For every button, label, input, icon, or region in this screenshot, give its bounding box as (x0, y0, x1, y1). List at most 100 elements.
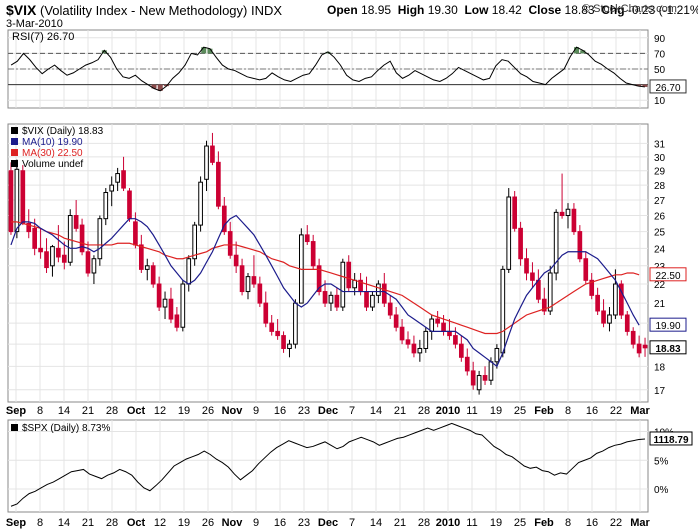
candle-body (73, 215, 79, 229)
vix-legend-entry: MA(10) 19.90 (22, 137, 83, 148)
vix-legend-swatch (11, 127, 18, 134)
candle-body (61, 254, 67, 263)
candle-body (91, 258, 97, 274)
spx-y-tick-label: 0% (654, 485, 669, 496)
x-tick-label: 19 (490, 405, 502, 417)
vix-y-tick-label: 27 (654, 196, 666, 207)
x-tick-label: 26 (202, 405, 214, 417)
candle-body (97, 218, 103, 260)
vix-y-tick-label: 25 (654, 228, 666, 239)
candle-body (174, 314, 180, 328)
x-tick-label: Mar (630, 405, 650, 417)
candle-body (121, 170, 126, 189)
candle-body (530, 272, 535, 281)
x-tick-label: 26 (202, 517, 214, 529)
candle-body (210, 145, 215, 163)
x-tick-label: Nov (222, 405, 244, 417)
candle-body (340, 261, 346, 308)
candle-body (328, 294, 334, 304)
candle-body (204, 145, 209, 180)
vix-y-tick-label: 21 (654, 299, 666, 310)
x-tick-label: Sep (6, 517, 26, 529)
x-tick-label: 19 (178, 405, 190, 417)
candle-body (346, 261, 352, 289)
x-tick-label: Feb (534, 517, 554, 529)
candle-body (133, 221, 138, 246)
candle-body (144, 265, 150, 270)
x-tick-label: 8 (37, 517, 43, 529)
x-tick-label: 16 (586, 517, 598, 529)
candle-body (399, 326, 405, 341)
ma10-last-value-label: 19.90 (655, 321, 680, 332)
chart-svg: Sep Sep 8 8 14 14 21 21 28 28 Oct Oct 12 12 19 19 26 26 No… (6, 29, 693, 529)
x-tick-label: Feb (534, 405, 554, 417)
x-tick-label: 21 (394, 405, 406, 417)
candle-body (376, 283, 381, 296)
ma30-last-value-label: 22.50 (655, 271, 680, 282)
candle-body (464, 356, 470, 372)
candle-body (565, 208, 571, 217)
candle-body (417, 347, 423, 354)
candle-body (429, 318, 435, 332)
candle-body (381, 283, 387, 304)
candle-body (304, 234, 310, 243)
candle-body (150, 265, 156, 285)
x-tick-label: 23 (298, 517, 310, 529)
x-tick-label: 25 (514, 405, 526, 417)
vix-legend-entry: Volume undef (22, 159, 83, 170)
candle-body (470, 370, 476, 386)
x-tick-label: Mar (630, 517, 650, 529)
candle-body (257, 283, 263, 304)
rsi-y-tick-label: 50 (654, 65, 666, 76)
candle-body (364, 291, 369, 308)
candle-body (239, 265, 245, 293)
candle-body (293, 302, 298, 345)
vix-y-tick-label: 30 (654, 153, 666, 164)
candle-body (630, 330, 636, 345)
candle-body (447, 330, 452, 337)
x-tick-label: Nov (222, 517, 244, 529)
candle-body (251, 276, 257, 285)
candle-body (547, 272, 553, 312)
x-tick-label: Dec (318, 405, 338, 417)
candle-body (583, 258, 589, 281)
x-tick-label: 7 (349, 405, 355, 417)
candle-body (216, 161, 221, 207)
x-tick-label: 14 (370, 405, 382, 417)
candle-body (571, 208, 577, 233)
vix-legend-entry: $VIX (Daily) 18.83 (22, 126, 104, 137)
x-tick-label: 7 (349, 517, 355, 529)
candle-body (624, 314, 630, 332)
vix-y-tick-label: 31 (654, 139, 666, 150)
x-tick-label: 16 (274, 405, 286, 417)
candle-body (387, 302, 393, 316)
x-tick-label: 9 (253, 405, 259, 417)
candle-body (500, 268, 506, 354)
x-tick-label: Oct (127, 517, 146, 529)
candle-body (32, 227, 38, 249)
candle-body (352, 279, 358, 289)
x-tick-label: 28 (106, 517, 118, 529)
spx-legend-swatch (11, 424, 18, 431)
x-tick-label: 23 (298, 405, 310, 417)
vix-y-tick-label: 29 (654, 167, 666, 178)
candle-body (370, 294, 375, 308)
candle-body (180, 283, 186, 328)
candle-body (458, 343, 464, 358)
vix-legend-entry: MA(30) 22.50 (22, 148, 83, 159)
x-tick-label: 14 (58, 517, 70, 529)
x-tick-label: 2010 (436, 405, 460, 417)
candle-body (127, 190, 132, 220)
x-tick-label: 28 (106, 405, 118, 417)
candle-body (20, 170, 26, 224)
spx-last-value-label: 1118.79 (653, 435, 688, 446)
candle-body (287, 343, 292, 349)
candle-body (56, 247, 61, 258)
vix-y-tick-label: 26 (654, 212, 666, 223)
candle-body (162, 298, 168, 308)
x-tick-label: 11 (466, 405, 477, 417)
x-tick-label: 28 (418, 517, 430, 529)
x-tick-label: 22 (610, 517, 622, 529)
candle-body (275, 330, 280, 337)
candle-body (50, 246, 55, 267)
